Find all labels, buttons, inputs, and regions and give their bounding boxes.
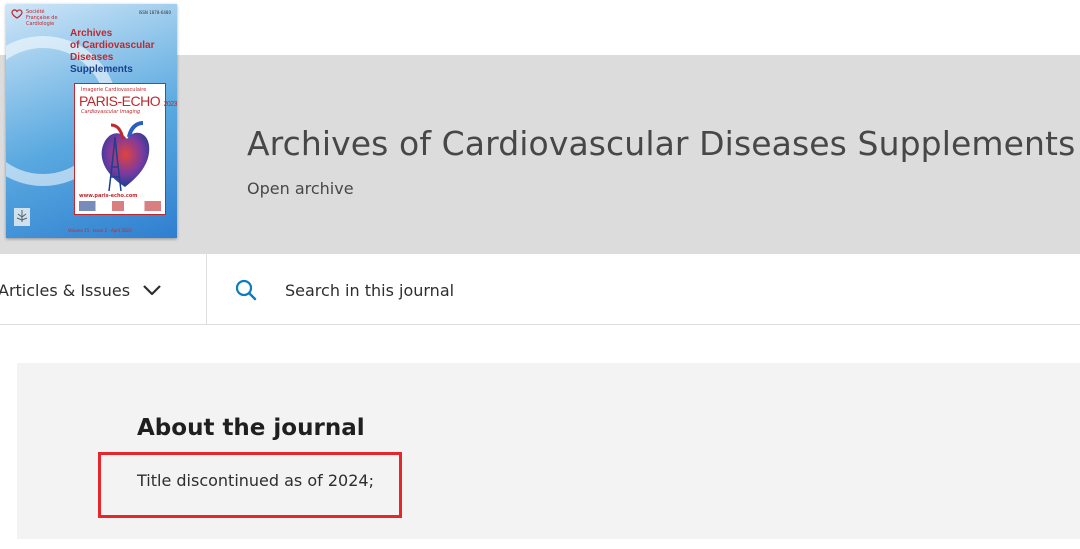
cover-poster: Imagerie Cardiovasculaire PARIS-ECHO 202… (74, 83, 177, 215)
search-icon (235, 279, 257, 301)
journal-search-button[interactable]: Search in this journal (234, 276, 454, 304)
chevron-down-icon (143, 285, 161, 296)
cover-issn: ISSN 1878-6480 (138, 10, 171, 15)
heart-eiffel-illustration-icon (101, 121, 150, 192)
poster-title-text: PARIS-ECHO (79, 93, 161, 109)
cover-title-line: Diseases (70, 52, 114, 63)
cover-title-line: Archives (70, 28, 113, 39)
poster-url: www.paris-echo.com (79, 193, 138, 199)
journal-cover-image[interactable]: Société Française de Cardiologie ISSN 18… (6, 4, 177, 238)
about-heading: About the journal (137, 415, 365, 441)
poster-sponsor-logos (79, 201, 161, 211)
elsevier-logo-icon (14, 208, 30, 226)
poster-year: 2023 (163, 101, 177, 108)
cover-society-name: Société Française de Cardiologie (26, 9, 58, 27)
open-archive-label: Open archive (247, 179, 354, 198)
cover-title: Archives of Cardiovascular Diseases Supp… (70, 28, 154, 76)
cover-footer: Volume 15 · Issue 2 · April 2023 (68, 228, 132, 233)
journal-title: Archives of Cardiovascular Diseases Supp… (247, 124, 1076, 163)
highlight-annotation-box (98, 452, 402, 518)
articles-issues-menu-button[interactable]: Articles & Issues (0, 276, 162, 304)
cover-title-line: of Cardiovascular (70, 40, 155, 51)
poster-subtitle: Cardiovascular Imaging (81, 109, 141, 115)
articles-issues-label: Articles & Issues (0, 280, 131, 300)
society-logo-icon (11, 9, 23, 19)
cover-title-line: Supplements (70, 64, 133, 75)
nav-divider (206, 254, 207, 325)
search-label: Search in this journal (285, 280, 455, 300)
journal-nav-bar: Articles & Issues Search in this journal (0, 254, 1080, 325)
poster-title: PARIS-ECHO 2023 (79, 93, 177, 109)
